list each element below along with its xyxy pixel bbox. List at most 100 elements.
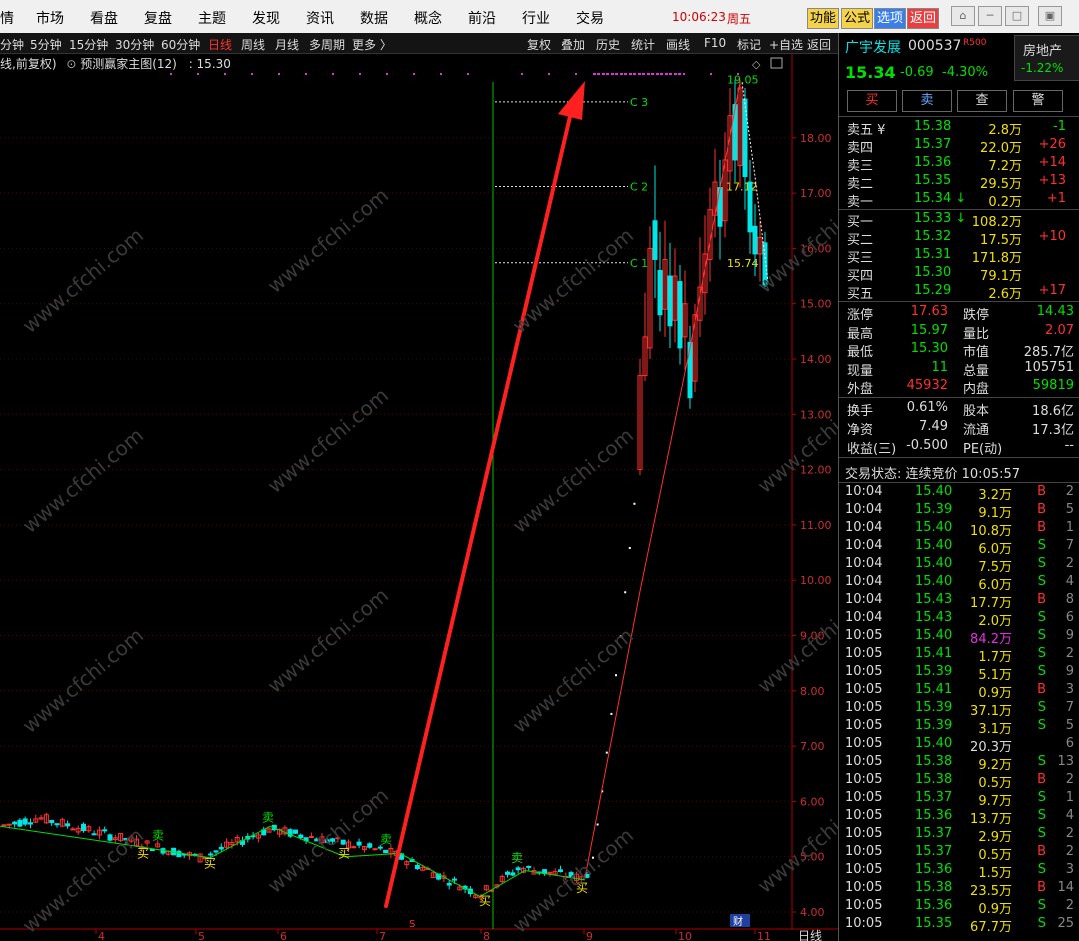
tick-price: 15.37 [915, 844, 953, 859]
watermark-text: www.cfchi.com [508, 423, 638, 538]
stat-value: 105751 [1024, 359, 1074, 375]
mark-button[interactable]: 标记 [737, 36, 761, 53]
tick-row: 10:05 15.38 9.2万 S 13 [839, 754, 1079, 773]
x-tick-label: 7 [379, 930, 386, 941]
period-60min[interactable]: 60分钟 [161, 36, 200, 53]
menu-item-watch[interactable]: 看盘 [90, 8, 118, 28]
tick-volume: 2.0万 [978, 614, 1012, 629]
sector-box[interactable]: 房地产 -1.22% [1014, 35, 1079, 81]
fund-label: 换手 [847, 404, 874, 419]
period-multi[interactable]: 多周期 [309, 36, 345, 53]
menu-item-theme[interactable]: 主题 [198, 8, 226, 28]
menu-item-data[interactable]: 数据 [360, 8, 388, 28]
period-1min[interactable]: 分钟 [0, 36, 24, 53]
stat-value: 59819 [1032, 378, 1074, 393]
tick-side: S [1037, 628, 1046, 643]
ask-diff: +14 [1038, 155, 1066, 170]
adjust-button[interactable]: 复权 [527, 36, 551, 53]
minimize-icon[interactable]: ─ [978, 6, 1002, 26]
ask-label: 卖三 [847, 159, 874, 174]
fund-value: 7.49 [919, 419, 948, 434]
sector-change: -1.22% [1021, 61, 1064, 75]
stats-button[interactable]: 统计 [631, 36, 655, 53]
menu-item-trade[interactable]: 交易 [576, 8, 604, 28]
history-button[interactable]: 历史 [596, 36, 620, 53]
watermark-text: www.cfchi.com [508, 623, 638, 738]
menu-item-frontier[interactable]: 前沿 [468, 8, 496, 28]
ask-label: 卖四 [847, 141, 874, 156]
skin-icon[interactable]: ⌂ [951, 6, 975, 26]
ask-volume: 22.0万 [980, 141, 1022, 156]
add-watchlist-button[interactable]: +自选 [769, 36, 803, 53]
draw-line-button[interactable]: 画线 [666, 36, 690, 53]
tick-row: 10:04 15.43 2.0万 S 6 [839, 610, 1079, 629]
bid-row: 买二 15.32 17.5万 +10 [839, 229, 1079, 248]
period-weekly[interactable]: 周线 [241, 36, 265, 53]
watermark-text: www.cfchi.com [18, 623, 148, 738]
overlay-button[interactable]: 叠加 [561, 36, 585, 53]
tick-price: 15.39 [915, 502, 953, 517]
buy-signal: 买 [479, 894, 491, 908]
candle-body [752, 225, 758, 255]
alert-button[interactable]: 警 [1013, 90, 1063, 112]
candle-body [298, 834, 304, 838]
return-button[interactable]: 返回 [907, 8, 940, 29]
stats-row: 最低 15.30 市值 285.7亿 [839, 341, 1079, 360]
menu-item-concept[interactable]: 概念 [414, 8, 442, 28]
back-button[interactable]: 返回 [807, 36, 831, 53]
tick-time: 10:05 [845, 700, 883, 715]
query-button[interactable]: 查 [957, 90, 1007, 112]
top-menu-bar: 情 市场 看盘 复盘 主题 发现 资讯 数据 概念 前沿 行业 交易 10:06… [0, 0, 1079, 34]
tick-count: 7 [1065, 538, 1074, 553]
ask-volume: 29.5万 [980, 177, 1022, 192]
level-label: C 2 [630, 180, 648, 193]
tick-volume: 1.5万 [978, 866, 1012, 881]
watermark-text: www.cfchi.com [753, 783, 838, 898]
menu-item-discover[interactable]: 发现 [252, 8, 280, 28]
period-30min[interactable]: 30分钟 [115, 36, 154, 53]
menu-item-quote[interactable]: 情 [0, 8, 14, 28]
red-arrow-head [558, 81, 585, 120]
options-button[interactable]: 选项 [874, 8, 907, 29]
bid-row: 买三 15.31 171.8万 [839, 247, 1079, 266]
formula-button[interactable]: 公式 [841, 8, 874, 29]
candle-body [176, 850, 182, 858]
function-button[interactable]: 功能 [807, 8, 840, 29]
tick-count: 9 [1065, 664, 1074, 679]
tick-side: B [1037, 484, 1046, 499]
menu-item-industry[interactable]: 行业 [522, 8, 550, 28]
divider [839, 397, 1079, 398]
kline-chart[interactable]: 18.0017.0016.0015.0014.0013.0012.0011.00… [0, 54, 838, 941]
f10-button[interactable]: F10 [704, 36, 726, 50]
signal-dot [413, 73, 415, 75]
menu-item-replay[interactable]: 复盘 [144, 8, 172, 28]
menu-item-market[interactable]: 市场 [36, 8, 64, 28]
restore-icon[interactable]: □ [1005, 6, 1029, 26]
period-monthly[interactable]: 月线 [275, 36, 299, 53]
fund-value: -0.500 [906, 438, 948, 453]
period-5min[interactable]: 5分钟 [30, 36, 62, 53]
signal-dot [683, 73, 685, 75]
sell-button[interactable]: 卖 [902, 90, 952, 112]
ask-row: 卖三 15.36 7.2万 +14 [839, 155, 1079, 174]
tick-price: 15.40 [915, 484, 953, 499]
quote-panel: 广宇发展 000537 R500 房地产 -1.22% 15.34 -0.69 … [838, 33, 1079, 941]
stat-label: 量比 [963, 326, 990, 342]
period-daily[interactable]: 日线 [208, 36, 232, 53]
indicator-name[interactable]: 预测赢家主图(12) [80, 57, 177, 71]
tick-volume: 9.1万 [978, 506, 1012, 521]
buy-button[interactable]: 买 [847, 90, 897, 112]
tick-price: 15.38 [915, 772, 953, 787]
maximize-icon[interactable]: ▣ [1038, 6, 1062, 26]
stat-label: 总量 [963, 363, 990, 379]
signal-dot [597, 73, 600, 75]
period-more[interactable]: 更多 〉 [352, 36, 392, 53]
period-15min[interactable]: 15分钟 [69, 36, 108, 53]
tick-side: B [1037, 844, 1046, 859]
tick-price: 15.38 [915, 880, 953, 895]
settings-icon[interactable]: ⊙ [66, 57, 76, 71]
menu-item-news[interactable]: 资讯 [306, 8, 334, 28]
tick-time: 10:05 [845, 682, 883, 697]
candle-body [667, 275, 673, 327]
signal-dot [575, 73, 577, 75]
